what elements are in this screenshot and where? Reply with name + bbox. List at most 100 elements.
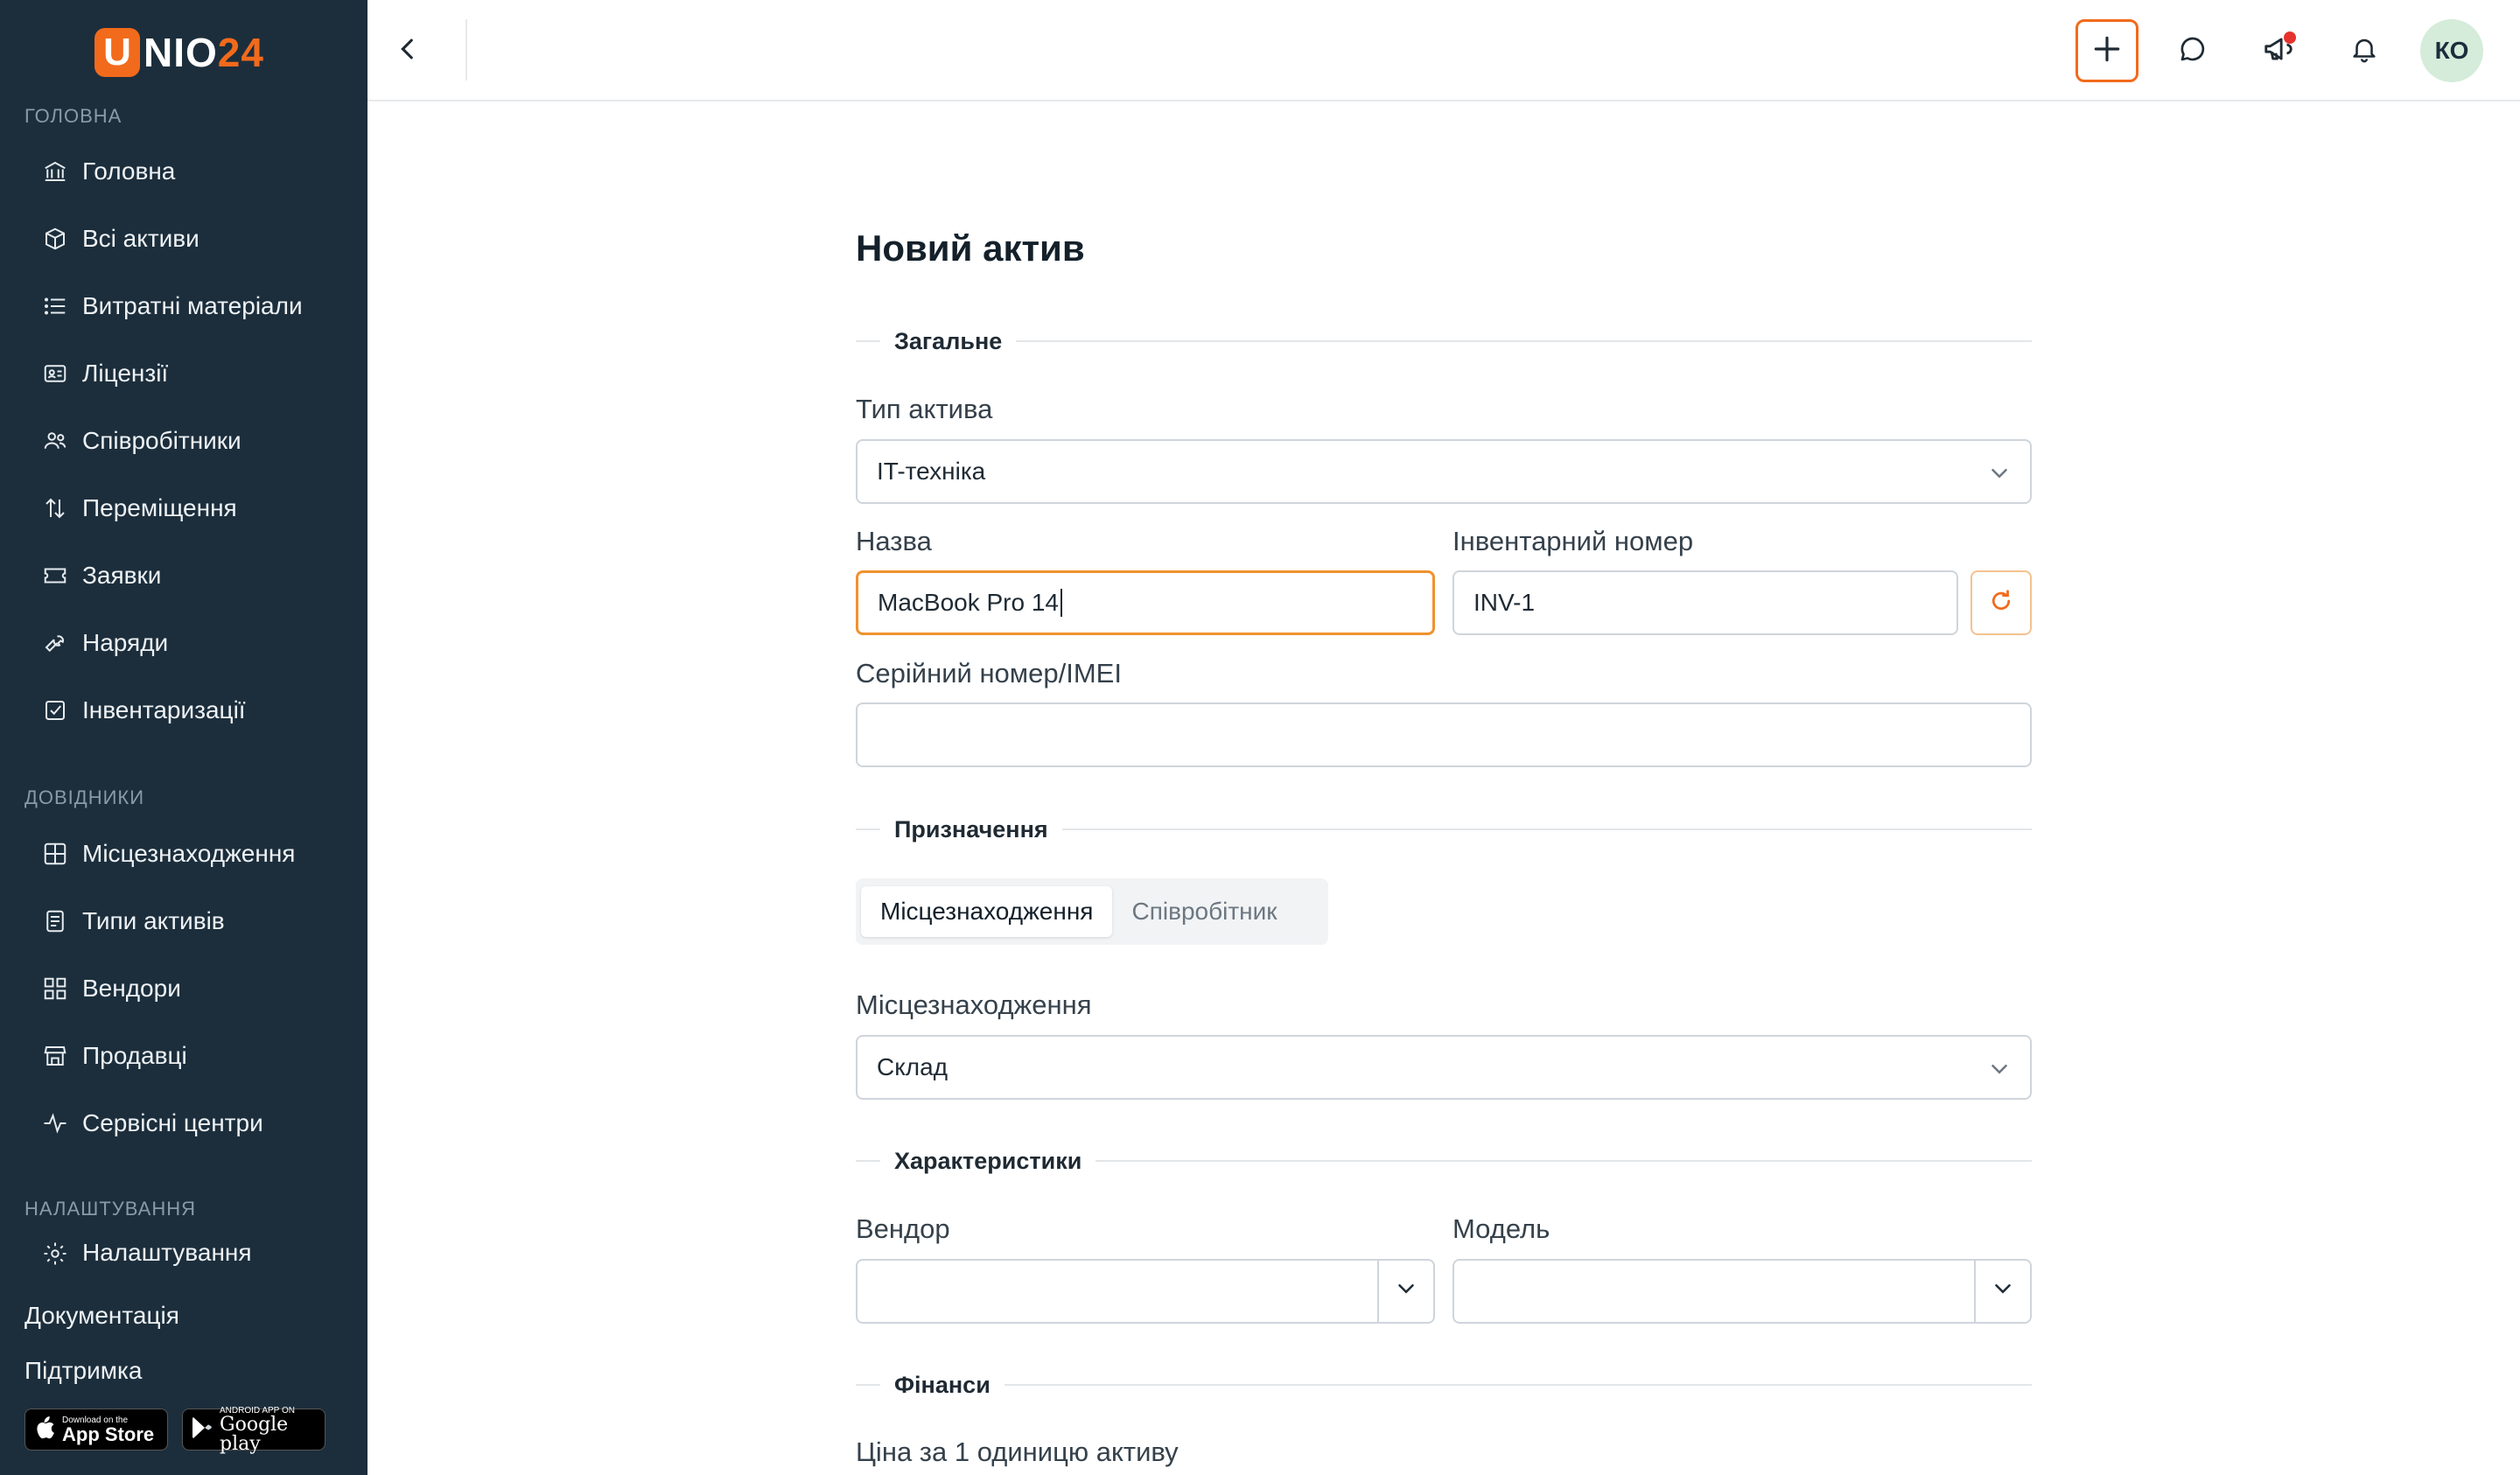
plus-icon	[2090, 32, 2124, 70]
price-label: Ціна за 1 одиницю активу	[856, 1437, 1179, 1467]
section-general: Загальне	[856, 324, 2032, 359]
sidebar-item-label: Витратні матеріали	[82, 292, 303, 319]
header-divider	[466, 19, 467, 80]
sidebar-item-label: Типи активів	[82, 907, 225, 934]
sidebar-item-requests[interactable]: Заявки	[24, 548, 348, 604]
sidebar-item-licenses[interactable]: Ліцензії	[24, 346, 348, 402]
inventory-number-input[interactable]: INV-1	[1452, 570, 1958, 635]
sidebar-item-label: Заявки	[82, 562, 162, 589]
apple-icon	[34, 1416, 55, 1444]
name-input[interactable]: MacBook Pro 14	[856, 570, 1435, 635]
inventory-number-value: INV-1	[1474, 589, 1536, 616]
sidebar-item-service-centers[interactable]: Сервісні центри	[24, 1095, 348, 1151]
document-icon	[40, 906, 70, 936]
sidebar-item-employees[interactable]: Співробітники	[24, 413, 348, 469]
sidebar-item-label: Місцезнаходження	[82, 840, 296, 867]
serial-number-input[interactable]	[856, 703, 2032, 767]
play-store-icon	[192, 1416, 213, 1444]
assignment-toggle: Місцезнаходження Співробітник	[856, 878, 1328, 945]
location-value: Склад	[877, 1053, 948, 1080]
chat-button[interactable]	[2165, 23, 2221, 79]
box-icon	[40, 224, 70, 254]
notifications-button[interactable]	[2336, 23, 2392, 79]
vendor-dropdown-toggle[interactable]	[1377, 1261, 1433, 1322]
chevron-down-icon	[1986, 1056, 2012, 1082]
chevron-down-icon	[1990, 1276, 2016, 1308]
page-title: Новий актив	[856, 227, 1085, 269]
back-button[interactable]	[380, 23, 436, 79]
logo[interactable]: U NIO24	[94, 26, 264, 79]
google-play-badge[interactable]: ANDROID APP ON Google play	[182, 1406, 326, 1453]
sidebar-item-label: Вендори	[82, 975, 181, 1002]
bell-icon	[2349, 34, 2379, 68]
text-caret	[1060, 589, 1062, 617]
sidebar-item-label: Головна	[82, 157, 176, 185]
bank-icon	[40, 157, 70, 186]
sidebar-item-all-assets[interactable]: Всі активи	[24, 211, 348, 267]
sidebar-item-label: Всі активи	[82, 225, 200, 252]
section-characteristics: Характеристики	[856, 1143, 2032, 1178]
wrench-icon	[40, 628, 70, 658]
section-finance: Фінанси	[856, 1367, 2032, 1402]
sidebar-item-home[interactable]: Головна	[24, 143, 348, 199]
sidebar-item-transfers[interactable]: Переміщення	[24, 480, 348, 536]
support-link[interactable]: Підтримка	[24, 1357, 142, 1385]
sidebar-item-label: Інвентаризації	[82, 696, 246, 724]
sidebar-item-label: Продавці	[82, 1042, 187, 1069]
sidebar-item-vendors[interactable]: Вендори	[24, 961, 348, 1017]
sidebar-item-work-orders[interactable]: Наряди	[24, 615, 348, 671]
model-dropdown-toggle[interactable]	[1974, 1261, 2030, 1322]
documentation-link[interactable]: Документація	[24, 1302, 179, 1330]
logo-text: NIO24	[144, 30, 264, 75]
sidebar: U NIO24 ГОЛОВНА Головна Всі активи Витра…	[0, 0, 368, 1475]
sidebar-item-sellers[interactable]: Продавці	[24, 1028, 348, 1084]
arrows-updown-icon	[40, 493, 70, 523]
announcements-button[interactable]	[2250, 23, 2306, 79]
section-label-main: ГОЛОВНА	[24, 105, 122, 127]
sidebar-item-label: Сервісні центри	[82, 1109, 263, 1136]
chat-bubble-icon	[2177, 33, 2208, 69]
pulse-icon	[40, 1108, 70, 1138]
asset-type-value: IT-техніка	[877, 458, 986, 485]
vendor-select[interactable]	[856, 1259, 1435, 1324]
section-title: Призначення	[894, 815, 1048, 842]
tab-employee[interactable]: Співробітник	[1112, 886, 1296, 937]
model-label: Модель	[1452, 1213, 1550, 1244]
store-icon	[40, 1041, 70, 1071]
sidebar-item-consumables[interactable]: Витратні матеріали	[24, 278, 348, 334]
chevron-down-icon	[1986, 460, 2012, 486]
section-title: Характеристики	[894, 1147, 1082, 1174]
name-input-value: MacBook Pro 14	[878, 589, 1059, 616]
location-label: Місцезнаходження	[856, 989, 1092, 1020]
list-icon	[40, 291, 70, 321]
sidebar-item-label: Наряди	[82, 629, 169, 656]
sidebar-item-inventory[interactable]: Інвентаризації	[24, 682, 348, 738]
asset-type-select[interactable]: IT-техніка	[856, 439, 2032, 504]
logo-mark: U	[94, 28, 140, 77]
sidebar-item-asset-types[interactable]: Типи активів	[24, 893, 348, 949]
add-button[interactable]	[2076, 19, 2138, 82]
model-select[interactable]	[1452, 1259, 2032, 1324]
gear-icon	[40, 1239, 70, 1269]
sidebar-item-label: Налаштування	[82, 1239, 252, 1266]
vendor-label: Вендор	[856, 1213, 950, 1244]
grid-icon	[40, 839, 70, 869]
location-select[interactable]: Склад	[856, 1035, 2032, 1100]
users-icon	[40, 426, 70, 456]
regenerate-inventory-button[interactable]	[1970, 570, 2032, 635]
sidebar-item-locations[interactable]: Місцезнаходження	[24, 826, 348, 882]
ticket-icon	[40, 561, 70, 591]
apps-icon	[40, 974, 70, 1003]
tab-location[interactable]: Місцезнаходження	[861, 886, 1113, 937]
inventory-number-label: Інвентарний номер	[1452, 526, 1694, 556]
serial-number-label: Серійний номер/IMEI	[856, 658, 1122, 689]
name-label: Назва	[856, 526, 932, 556]
chevron-down-icon	[1393, 1276, 1419, 1308]
app-store-badge[interactable]: Download on the App Store	[24, 1409, 168, 1451]
id-card-icon	[40, 359, 70, 388]
sidebar-item-label: Ліцензії	[82, 360, 169, 387]
top-bar: КО	[368, 0, 2520, 101]
refresh-icon	[1988, 588, 2014, 619]
user-avatar[interactable]: КО	[2420, 19, 2483, 82]
sidebar-item-settings[interactable]: Налаштування	[24, 1239, 348, 1270]
